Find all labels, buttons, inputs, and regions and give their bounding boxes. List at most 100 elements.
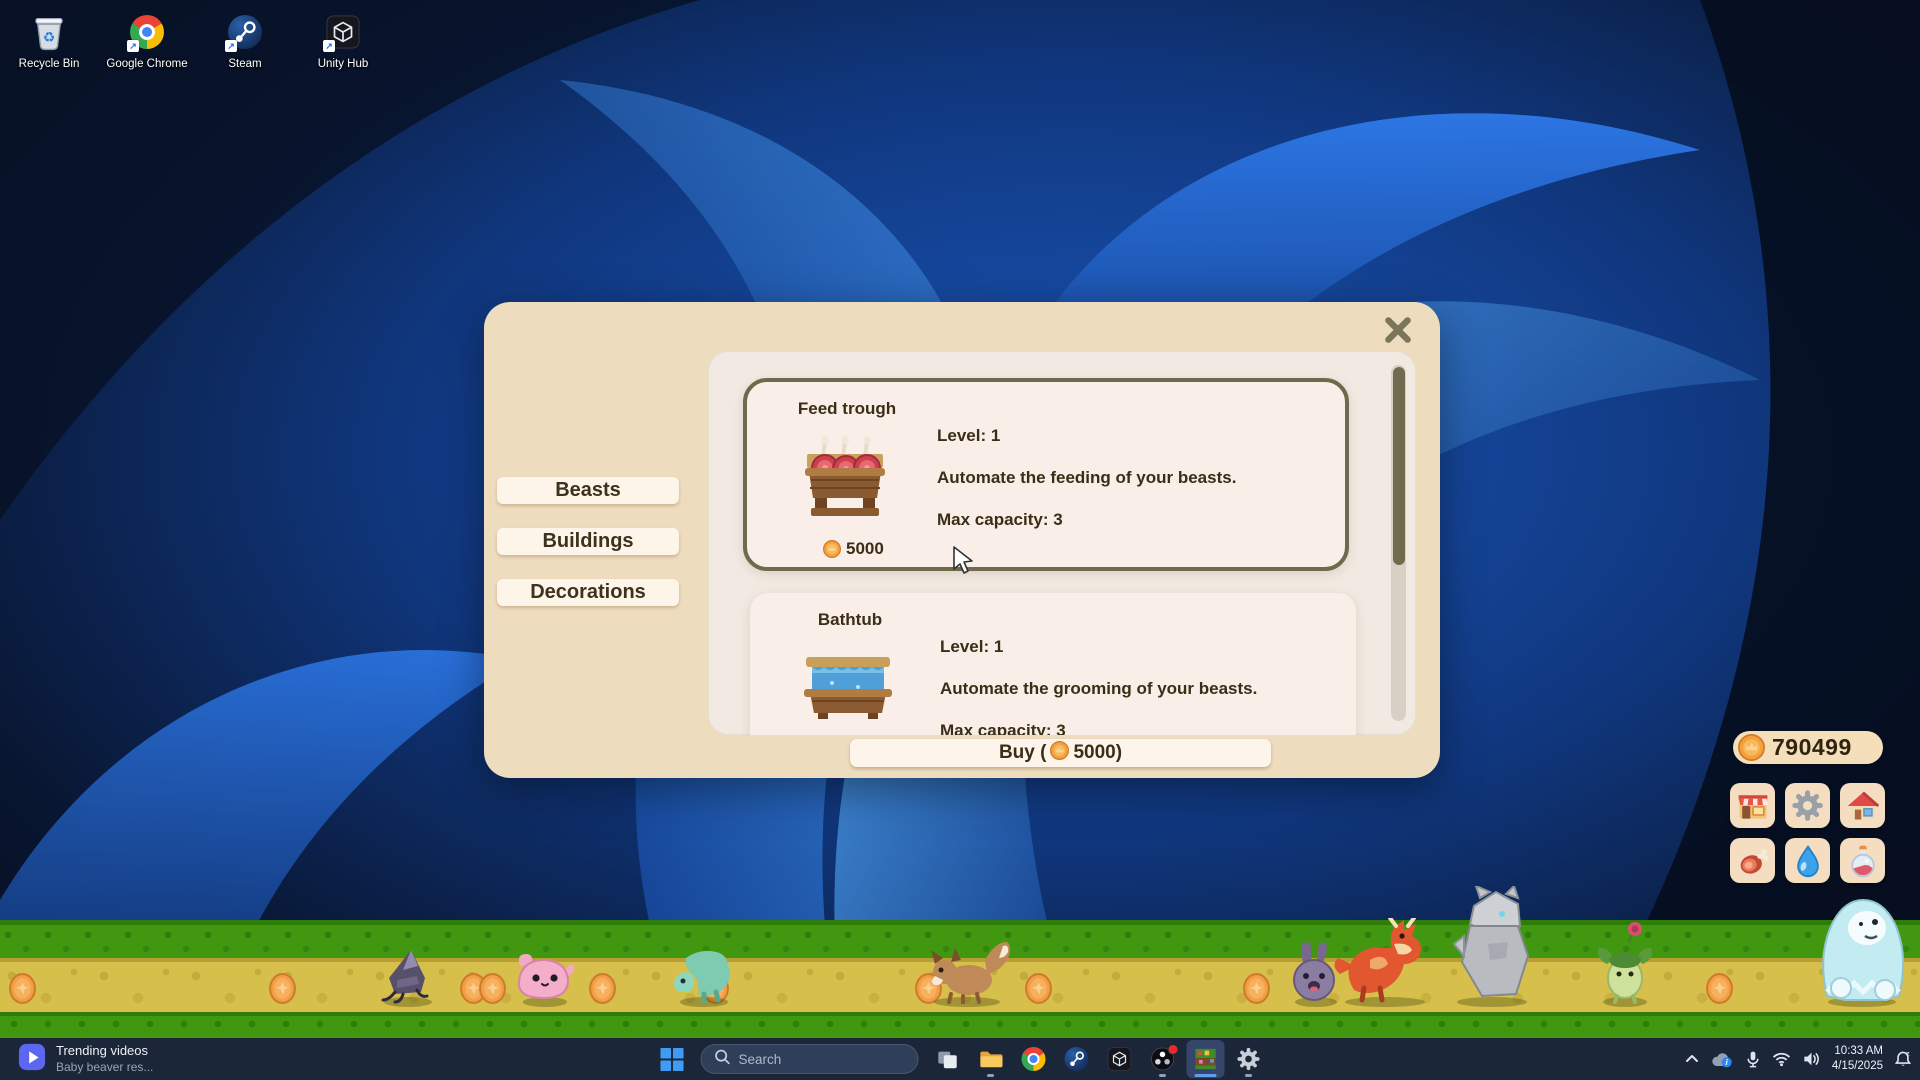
creature-sprout[interactable] (1595, 920, 1655, 1004)
item-title: Feed trough (747, 399, 947, 419)
water-icon (1790, 843, 1826, 879)
item-title: Bathtub (750, 610, 950, 630)
buy-button[interactable]: Buy ( 5000) (850, 739, 1271, 767)
taskbar-chrome[interactable] (1015, 1040, 1053, 1078)
item-description: Automate the feeding of your beasts. (937, 468, 1236, 488)
gear-icon (1791, 789, 1824, 822)
taskbar-obs[interactable] (1144, 1040, 1182, 1078)
taskbar-task-view[interactable] (929, 1040, 967, 1078)
tray-time: 10:33 AM (1832, 1044, 1883, 1059)
taskbar-file-explorer[interactable] (972, 1040, 1010, 1078)
coin-pickup[interactable] (589, 973, 616, 1004)
coin-icon (823, 540, 841, 558)
volume-icon[interactable] (1802, 1051, 1821, 1067)
shortcut-arrow-icon: ↗ (323, 40, 335, 52)
search-box[interactable] (701, 1044, 919, 1074)
hud-meat-button[interactable] (1730, 838, 1775, 883)
taskbar-unity-hub[interactable] (1101, 1040, 1139, 1078)
desktop-icon-label: Steam (228, 58, 261, 70)
taskbar-steam[interactable] (1058, 1040, 1096, 1078)
tab-decorations[interactable]: Decorations (497, 579, 679, 606)
taskbar-beast-game[interactable] (1187, 1040, 1225, 1078)
task-view-icon (936, 1047, 960, 1071)
chrome-icon (1022, 1047, 1046, 1071)
creature-dragon[interactable] (1330, 918, 1440, 1004)
item-capacity: Max capacity: 3 (937, 510, 1236, 530)
clock[interactable]: 10:33 AM 4/15/2025 (1832, 1044, 1883, 1074)
coin-pickup[interactable] (479, 973, 506, 1004)
shop-item-list: Feed trough 5000 Level: 1 Automate the feed… (708, 351, 1416, 735)
chevron-up-icon[interactable] (1685, 1054, 1699, 1064)
unity-hub-icon: ↗ (321, 10, 365, 54)
widgets-button[interactable]: Trending videos Baby beaver res... (10, 1038, 161, 1080)
meat-icon (1735, 843, 1771, 879)
desktop-icon-label: Unity Hub (318, 58, 369, 70)
google-chrome-icon: ↗ (125, 10, 169, 54)
coin-icon (1738, 734, 1765, 761)
shop-icon (1735, 788, 1771, 824)
coin-pickup[interactable] (1025, 973, 1052, 1004)
desktop-icon-recycle-bin[interactable]: ♻ Recycle Bin (4, 6, 94, 74)
tab-buildings[interactable]: Buildings (497, 528, 679, 555)
svg-text:♻: ♻ (43, 29, 56, 45)
tab-beasts[interactable]: Beasts (497, 477, 679, 504)
shop-dialog: Beasts Buildings Decorations Feed trough 50… (484, 302, 1440, 778)
desktop-icon-grid: ♻ Recycle Bin ↗ Google Chrome ↗ Steam ↗ Unity H… (4, 6, 388, 74)
coin-pickup[interactable] (1243, 973, 1270, 1004)
buy-label-prefix: Buy ( (999, 742, 1047, 764)
creature-fox[interactable] (921, 938, 1013, 1004)
shop-item-feed-trough[interactable]: Feed trough 5000 Level: 1 Automate the feed… (743, 378, 1349, 571)
widget-play-icon (18, 1043, 46, 1076)
desktop-icon-google-chrome[interactable]: ↗ Google Chrome (102, 6, 192, 74)
desktop-icon-label: Google Chrome (106, 58, 187, 70)
shop-item-bathtub[interactable]: Bathtub Level: 1 Automate the grooming of … (750, 593, 1356, 735)
scrollbar-track[interactable] (1391, 365, 1406, 721)
settings-icon (1237, 1047, 1261, 1071)
desktop: ♻ Recycle Bin ↗ Google Chrome ↗ Steam ↗ Unity H… (0, 0, 1920, 1080)
search-input[interactable] (739, 1052, 916, 1067)
creature-golem[interactable] (1444, 886, 1540, 1004)
tray-date: 4/15/2025 (1832, 1059, 1883, 1074)
item-description: Automate the grooming of your beasts. (940, 679, 1257, 699)
creature-dino[interactable] (670, 946, 738, 1004)
home-icon (1845, 788, 1881, 824)
coin-pickup[interactable] (9, 973, 36, 1004)
shop-category-tabs: Beasts Buildings Decorations (497, 477, 679, 606)
item-level: Level: 1 (940, 637, 1257, 657)
steam-icon: ↗ (223, 10, 267, 54)
search-icon (714, 1048, 731, 1070)
coin-pickup[interactable] (269, 973, 296, 1004)
item-price: 5000 (823, 539, 884, 559)
microphone-icon[interactable] (1745, 1050, 1761, 1069)
coin-balance-pill: 790499 (1733, 731, 1883, 764)
coin-pickup[interactable] (1706, 973, 1733, 1004)
hud-water-button[interactable] (1785, 838, 1830, 883)
hud-gear-button[interactable] (1785, 783, 1830, 828)
shortcut-arrow-icon: ↗ (127, 40, 139, 52)
wifi-icon[interactable] (1772, 1052, 1791, 1067)
hud-potion-button[interactable] (1840, 838, 1885, 883)
onedrive-cloud-icon[interactable]: i (1710, 1051, 1734, 1068)
taskbar-settings[interactable] (1230, 1040, 1268, 1078)
bathtub-icon (798, 643, 900, 735)
taskbar-center (653, 1038, 1268, 1080)
start-button[interactable] (653, 1040, 691, 1078)
hud-home-button[interactable] (1840, 783, 1885, 828)
creature-pink-blob[interactable] (514, 950, 576, 1004)
close-icon[interactable] (1382, 314, 1414, 346)
item-level: Level: 1 (937, 426, 1236, 446)
coin-balance: 790499 (1772, 734, 1852, 761)
creature-yeti[interactable] (1815, 892, 1909, 1004)
desktop-icon-label: Recycle Bin (19, 58, 80, 70)
beast-game-icon (1194, 1047, 1218, 1071)
item-capacity: Max capacity: 3 (940, 721, 1257, 735)
creature-beetle[interactable] (375, 946, 441, 1004)
desktop-icon-steam[interactable]: ↗ Steam (200, 6, 290, 74)
widget-title: Trending videos (56, 1043, 153, 1059)
notification-bell-icon[interactable]: z (1894, 1050, 1912, 1068)
system-tray: i 10:33 AM 4/15/2025 z (1685, 1038, 1912, 1080)
desktop-icon-unity-hub[interactable]: ↗ Unity Hub (298, 6, 388, 74)
hud-shop-button[interactable] (1730, 783, 1775, 828)
svg-text:z: z (1906, 1051, 1910, 1058)
scrollbar-thumb[interactable] (1393, 367, 1405, 565)
